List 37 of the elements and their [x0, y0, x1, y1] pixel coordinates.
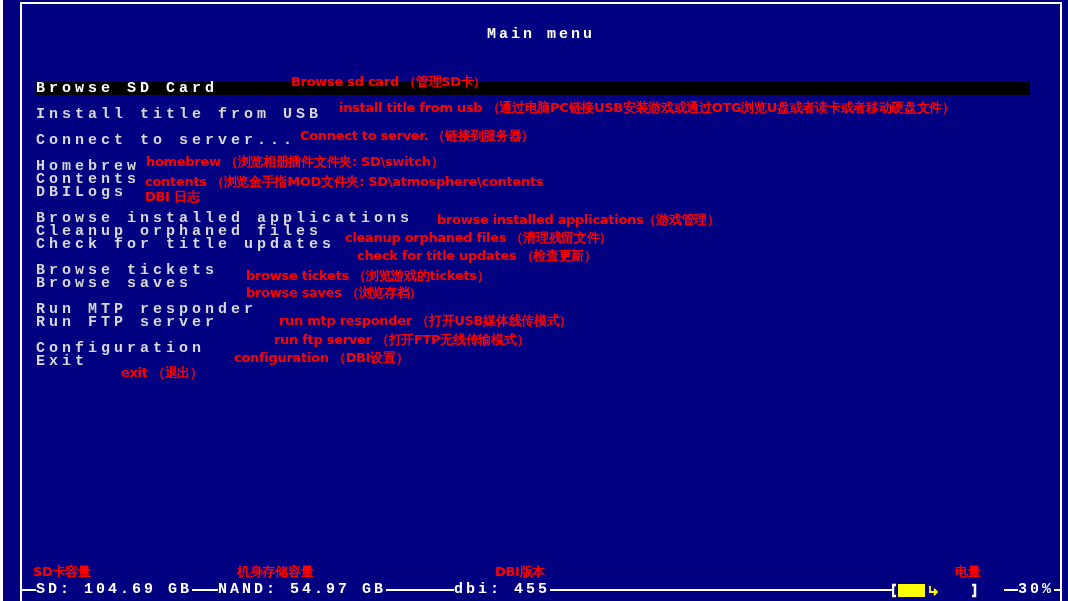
window-title: Main menu	[487, 27, 595, 43]
annotation: 电量	[955, 564, 981, 580]
annotation: cleanup orphaned files （清理残留文件）	[345, 230, 613, 246]
battery-percent: 30%	[1018, 582, 1054, 598]
annotation: check for title updates （检查更新）	[357, 248, 597, 264]
annotation: Connect to server. （链接到服务器）	[300, 128, 535, 144]
annotation: browse tickets （浏览游戏的tickets）	[246, 268, 490, 284]
menu-item[interactable]: DBILogs	[36, 186, 127, 199]
annotation: browse saves （浏览存档）	[246, 285, 423, 301]
nand-capacity: NAND: 54.97 GB	[218, 582, 387, 598]
annotation: exit （退出）	[121, 365, 203, 381]
annotation: homebrew （浏览相册插件文件夹: SD\switch）	[146, 154, 444, 170]
annotation: 机身存储容量	[237, 564, 314, 580]
annotation: SD卡容量	[33, 564, 91, 580]
annotation: install title from usb （通过电脑PC链接USB安装游戏或通过OTG浏览U盘或者读卡或者移动硬盘文件）	[339, 100, 955, 116]
menu-item[interactable]: Install title from USB	[36, 108, 323, 121]
annotation: contents （浏览金手指MOD文件夹: SD\atmosphere\contents	[145, 174, 544, 190]
sd-capacity: SD: 104.69 GB	[36, 582, 193, 598]
menu-item[interactable]: Run MTP responder	[36, 303, 258, 316]
menu-item[interactable]: Contents	[36, 173, 140, 186]
menu-item[interactable]: Cleanup orphaned files	[36, 225, 323, 238]
menu-item[interactable]: Homebrew	[36, 160, 140, 173]
menu-item[interactable]: Connect to server...	[36, 134, 297, 147]
annotation: DBI版本	[495, 564, 546, 580]
annotation: DBI 日志	[145, 189, 200, 205]
menu-item[interactable]: Browse installed applications	[36, 212, 414, 225]
annotation: configuration （DBI设置）	[234, 350, 409, 366]
menu-item[interactable]: Exit	[36, 355, 88, 368]
version-label: dbi: 455	[454, 582, 551, 598]
annotation: run mtp responder （打开USB媒体线传模式）	[279, 313, 573, 329]
menu-item[interactable]: Run FTP server	[36, 316, 219, 329]
annotation: browse installed applications（游戏管理）	[437, 212, 720, 228]
menu-item[interactable]: Configuration	[36, 342, 206, 355]
annotation: run ftp server （打开FTP无线传输模式）	[274, 332, 530, 348]
menu-item[interactable]: Browse tickets	[36, 264, 219, 277]
menu-item[interactable]: Browse saves	[36, 277, 193, 290]
menu-item[interactable]: Check for title updates	[36, 238, 336, 251]
